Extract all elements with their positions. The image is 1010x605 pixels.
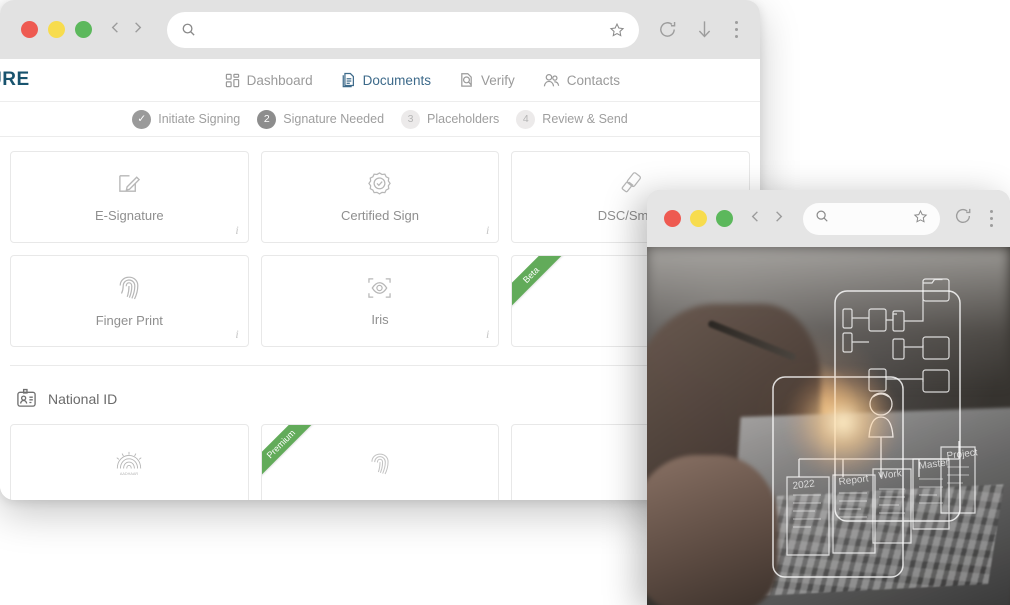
iris-scan-icon	[367, 276, 392, 305]
grid-icon	[225, 73, 240, 88]
back-button-front[interactable]	[748, 209, 763, 229]
nav-label-dashboard: Dashboard	[246, 72, 313, 88]
nav-label-documents: Documents	[362, 72, 431, 88]
method-card-e-signature[interactable]: E-Signature i	[10, 151, 249, 243]
step-placeholders[interactable]: 3 Placeholders	[401, 109, 500, 129]
three-dot-menu-icon-front[interactable]	[986, 209, 998, 228]
step-signature-needed[interactable]: 2 Signature Needed	[257, 109, 385, 129]
three-dot-menu-icon[interactable]	[731, 20, 743, 39]
signature-pad-icon	[117, 171, 142, 201]
star-icon[interactable]	[609, 22, 625, 38]
back-button[interactable]	[108, 20, 123, 40]
browser-chrome-back	[0, 0, 760, 59]
browser-window-back: URE Dashboard	[0, 0, 760, 500]
fingerprint-icon	[117, 275, 141, 306]
reload-icon[interactable]	[657, 19, 678, 40]
browser-toolbar-right-front	[953, 206, 998, 231]
contacts-icon	[543, 73, 560, 88]
signing-stepper: ✓ Initiate Signing 2 Signature Needed 3 …	[0, 102, 760, 137]
svg-text:AADHAAR: AADHAAR	[120, 472, 138, 476]
national-id-title: National ID	[48, 390, 118, 407]
step-label-3: Placeholders	[427, 112, 500, 126]
screenshot-stage: URE Dashboard	[0, 0, 1010, 605]
minimize-window-button-front[interactable]	[690, 210, 707, 227]
address-bar[interactable]	[167, 11, 639, 48]
national-id-section-header: National ID	[10, 366, 750, 424]
app-logo[interactable]: URE	[0, 69, 30, 91]
premium-ribbon-label: Premium	[261, 425, 317, 481]
usb-token-icon	[618, 171, 643, 201]
step-initiate-signing[interactable]: ✓ Initiate Signing	[132, 109, 241, 129]
browser-chrome-front	[647, 190, 1010, 247]
method-card-finger-print[interactable]: Finger Print i	[10, 255, 249, 347]
id-card-icon	[16, 388, 37, 409]
nav-label-contacts: Contacts	[566, 72, 620, 88]
step-label-4: Review & Send	[542, 112, 628, 126]
nav-item-verify[interactable]: Verify	[459, 72, 515, 88]
maximize-window-button-front[interactable]	[716, 210, 733, 227]
browser-window-front: 2022 Report Work Master Project	[647, 190, 1010, 605]
download-arrow-icon[interactable]	[695, 19, 714, 40]
beta-ribbon-label: Beta	[512, 256, 568, 312]
info-icon[interactable]: i	[486, 223, 489, 238]
verify-doc-icon	[459, 72, 474, 88]
signature-method-grid: E-Signature i Certified Sign i DSC/Smart…	[10, 151, 750, 347]
info-icon[interactable]: i	[486, 327, 489, 342]
browser-nav-arrows	[108, 20, 145, 40]
info-icon[interactable]: i	[235, 327, 238, 342]
browser-toolbar-right	[657, 19, 747, 40]
page-photo: 2022 Report Work Master Project	[647, 247, 1010, 605]
document-icon	[341, 72, 356, 88]
svg-text:2022: 2022	[792, 478, 816, 492]
nav-label-verify: Verify	[480, 72, 515, 88]
close-window-button-front[interactable]	[664, 210, 681, 227]
step-bubble-3: 3	[401, 109, 421, 129]
step-bubble-2: 2	[257, 109, 277, 129]
signature-method-content: E-Signature i Certified Sign i DSC/Smart…	[0, 137, 760, 500]
top-navigation: Dashboard Documents Verify Contacts	[225, 72, 620, 88]
certified-badge-icon	[367, 171, 392, 201]
step-review-send[interactable]: 4 Review & Send	[516, 109, 628, 129]
forward-button[interactable]	[130, 20, 145, 40]
fingerprint-icon	[369, 452, 391, 481]
method-card-certified-sign[interactable]: Certified Sign i	[260, 151, 500, 243]
browser-nav-arrows-front	[748, 209, 786, 229]
maximize-window-button[interactable]	[75, 21, 92, 38]
step-bubble-1: ✓	[132, 109, 152, 129]
method-label-e-signature: E-Signature	[95, 208, 164, 223]
national-id-grid: AADHAAR Premium	[10, 424, 750, 500]
app-header: URE Dashboard	[0, 59, 760, 102]
aadhaar-logo-icon: AADHAAR	[111, 449, 147, 484]
close-window-button[interactable]	[21, 21, 38, 38]
search-icon	[181, 22, 196, 37]
forward-button-front[interactable]	[771, 209, 786, 229]
minimize-window-button[interactable]	[48, 21, 65, 38]
star-icon-front[interactable]	[913, 209, 928, 229]
step-label-1: Initiate Signing	[158, 112, 241, 126]
nav-item-dashboard[interactable]: Dashboard	[225, 73, 313, 88]
reload-icon-front[interactable]	[953, 206, 973, 231]
method-card-iris[interactable]: Iris i	[260, 255, 500, 347]
method-label-iris: Iris	[371, 311, 389, 327]
national-id-card-aadhaar[interactable]: AADHAAR	[10, 424, 249, 500]
nav-item-contacts[interactable]: Contacts	[543, 73, 620, 88]
method-label-certified-sign: Certified Sign	[340, 208, 420, 223]
info-icon[interactable]: i	[235, 223, 238, 238]
method-label-finger-print: Finger Print	[95, 312, 163, 328]
search-icon-front	[815, 209, 829, 228]
national-id-card-premium[interactable]: Premium	[260, 424, 500, 500]
traffic-lights-front	[664, 210, 733, 227]
photo-light-glow	[784, 368, 902, 477]
beta-ribbon: Beta	[512, 256, 568, 312]
step-bubble-4: 4	[516, 109, 536, 129]
premium-ribbon: Premium	[261, 425, 318, 481]
nav-item-documents[interactable]: Documents	[341, 72, 431, 88]
traffic-lights	[21, 21, 92, 38]
address-bar-front[interactable]	[803, 202, 940, 235]
svg-text:Project: Project	[946, 447, 978, 462]
step-label-2: Signature Needed	[283, 112, 385, 126]
